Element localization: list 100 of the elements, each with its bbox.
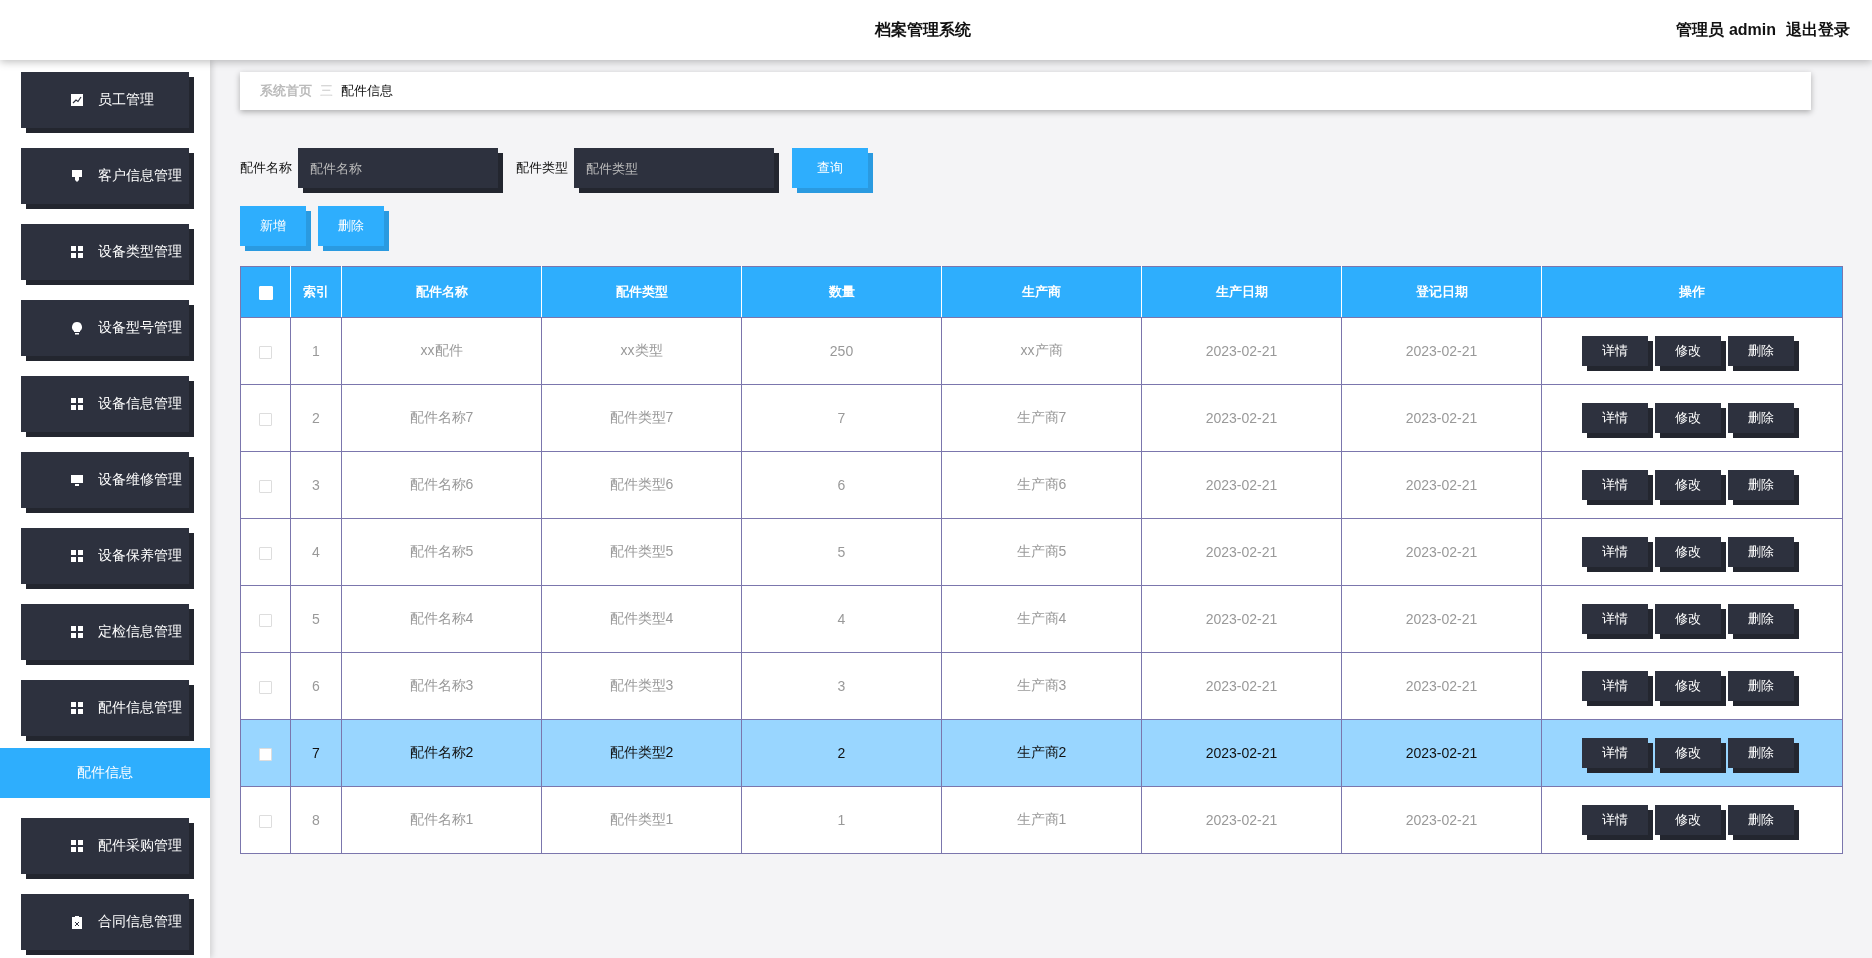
row-checkbox[interactable] — [259, 412, 272, 426]
table-row[interactable]: 5 配件名称4 配件类型4 4 生产商4 2023-02-21 2023-02-21 详情 修改 删除 — [240, 585, 1843, 653]
table-cell: 250 — [741, 317, 942, 385]
table-cell: 4 — [290, 518, 342, 586]
column-header: 生产日期 — [1141, 266, 1342, 318]
select-all-checkbox[interactable] — [258, 285, 273, 300]
table-cell: 2023-02-21 — [1141, 384, 1342, 452]
table-cell: 7 — [290, 719, 342, 787]
table-cell: 7 — [741, 384, 942, 452]
table-cell: 配件名称3 — [341, 652, 542, 720]
table-cell: 1 — [290, 317, 342, 385]
row-checkbox[interactable] — [259, 680, 272, 694]
row-checkbox[interactable] — [259, 479, 272, 493]
table-row[interactable]: 8 配件名称1 配件类型1 1 生产商1 2023-02-21 2023-02-21 详情 修改 删除 — [240, 786, 1843, 854]
table-cell: 生产商6 — [941, 451, 1142, 519]
table-cell: 1 — [741, 786, 942, 854]
chart-icon — [70, 93, 84, 107]
table-cell: 2023-02-21 — [1141, 719, 1342, 787]
table-cell: 配件名称2 — [341, 719, 542, 787]
table-cell: 配件名称6 — [341, 451, 542, 519]
column-header: 操作 — [1541, 266, 1843, 318]
table-row[interactable]: 4 配件名称5 配件类型5 5 生产商5 2023-02-21 2023-02-21 详情 修改 删除 — [240, 518, 1843, 586]
table-cell: xx配件 — [341, 317, 542, 385]
brush-icon — [70, 169, 84, 183]
table-cell: 2023-02-21 — [1341, 518, 1542, 586]
table-cell: 6 — [290, 652, 342, 720]
monitor-icon — [70, 473, 84, 487]
row-checkbox[interactable] — [259, 345, 272, 359]
table-cell: 配件类型7 — [541, 384, 742, 452]
table-row[interactable]: 3 配件名称6 配件类型6 6 生产商6 2023-02-21 2023-02-21 详情 修改 删除 — [240, 451, 1843, 519]
grid-icon — [70, 549, 84, 563]
row-checkbox[interactable] — [259, 546, 272, 560]
row-checkbox[interactable] — [259, 814, 272, 828]
table-row[interactable]: 7 配件名称2 配件类型2 2 生产商2 2023-02-21 2023-02-21 详情 修改 删除 — [240, 719, 1843, 787]
logout-link[interactable]: 退出登录 — [1786, 19, 1850, 41]
table-cell: 配件类型2 — [541, 719, 742, 787]
table-cell: 2023-02-21 — [1141, 786, 1342, 854]
search-field[interactable]: 配件类型 — [574, 148, 774, 188]
table-cell: 配件名称4 — [341, 585, 542, 653]
table-cell: 2023-02-21 — [1141, 451, 1342, 519]
table-cell: 生产商5 — [941, 518, 1142, 586]
table-cell: 5 — [290, 585, 342, 653]
table-row[interactable]: 6 配件名称3 配件类型3 3 生产商3 2023-02-21 2023-02-21 详情 修改 删除 — [240, 652, 1843, 720]
table-row[interactable]: 1 xx配件 xx类型 250 xx产商 2023-02-21 2023-02-21 详情 修改 删除 — [240, 317, 1843, 385]
table-cell: 配件名称5 — [341, 518, 542, 586]
table-cell: 生产商2 — [941, 719, 1142, 787]
table-cell: 2023-02-21 — [1141, 518, 1342, 586]
column-header: 配件名称 — [341, 266, 542, 318]
table-cell: xx产商 — [941, 317, 1142, 385]
table-cell: 配件类型6 — [541, 451, 742, 519]
grid-icon — [70, 625, 84, 639]
column-header: 生产商 — [941, 266, 1142, 318]
table-cell: 4 — [741, 585, 942, 653]
table-cell: 3 — [741, 652, 942, 720]
table-cell: 生产商4 — [941, 585, 1142, 653]
table-cell: 配件类型3 — [541, 652, 742, 720]
table-cell: 2023-02-21 — [1341, 652, 1542, 720]
table-cell: 5 — [741, 518, 942, 586]
column-header: 登记日期 — [1341, 266, 1542, 318]
table-cell: 2023-02-21 — [1341, 384, 1542, 452]
row-checkbox[interactable] — [259, 747, 272, 761]
table-cell: 2023-02-21 — [1141, 317, 1342, 385]
table-cell: 生产商1 — [941, 786, 1142, 854]
table-cell: 配件类型5 — [541, 518, 742, 586]
column-header: 数量 — [741, 266, 942, 318]
table-row[interactable]: 2 配件名称7 配件类型7 7 生产商7 2023-02-21 2023-02-21 详情 修改 删除 — [240, 384, 1843, 452]
grid-icon — [70, 397, 84, 411]
table-cell: 2023-02-21 — [1341, 317, 1542, 385]
table-cell: 2 — [741, 719, 942, 787]
table-cell: 8 — [290, 786, 342, 854]
user-label: 管理员 admin — [1676, 19, 1776, 40]
field-label: 配件类型 — [516, 159, 568, 177]
table-cell: 2023-02-21 — [1341, 451, 1542, 519]
breadcrumb-current: 配件信息 — [341, 82, 393, 100]
column-header: 索引 — [290, 266, 342, 318]
table-cell: 2023-02-21 — [1141, 585, 1342, 653]
table-cell: 3 — [290, 451, 342, 519]
table-cell: 2023-02-21 — [1341, 719, 1542, 787]
grid-icon — [70, 701, 84, 715]
table-cell: 2023-02-21 — [1341, 786, 1542, 854]
column-header: 配件类型 — [541, 266, 742, 318]
clipboard-icon — [70, 915, 84, 929]
lightbulb-icon — [70, 321, 84, 335]
table-cell: 生产商3 — [941, 652, 1142, 720]
table-cell: 2023-02-21 — [1141, 652, 1342, 720]
table-cell: 配件类型1 — [541, 786, 742, 854]
app-title: 档案管理系统 — [873, 19, 973, 40]
grid-icon — [70, 245, 84, 259]
row-checkbox[interactable] — [259, 613, 272, 627]
field-label: 配件名称 — [240, 159, 292, 177]
grid-icon — [70, 839, 84, 853]
table-cell: 配件类型4 — [541, 585, 742, 653]
table-cell: 2023-02-21 — [1341, 585, 1542, 653]
table-cell: 生产商7 — [941, 384, 1142, 452]
table-cell: 2 — [290, 384, 342, 452]
table-cell: 配件名称1 — [341, 786, 542, 854]
table-cell: 配件名称7 — [341, 384, 542, 452]
table-cell: 6 — [741, 451, 942, 519]
table-cell: xx类型 — [541, 317, 742, 385]
search-field[interactable]: 配件名称 — [298, 148, 498, 188]
